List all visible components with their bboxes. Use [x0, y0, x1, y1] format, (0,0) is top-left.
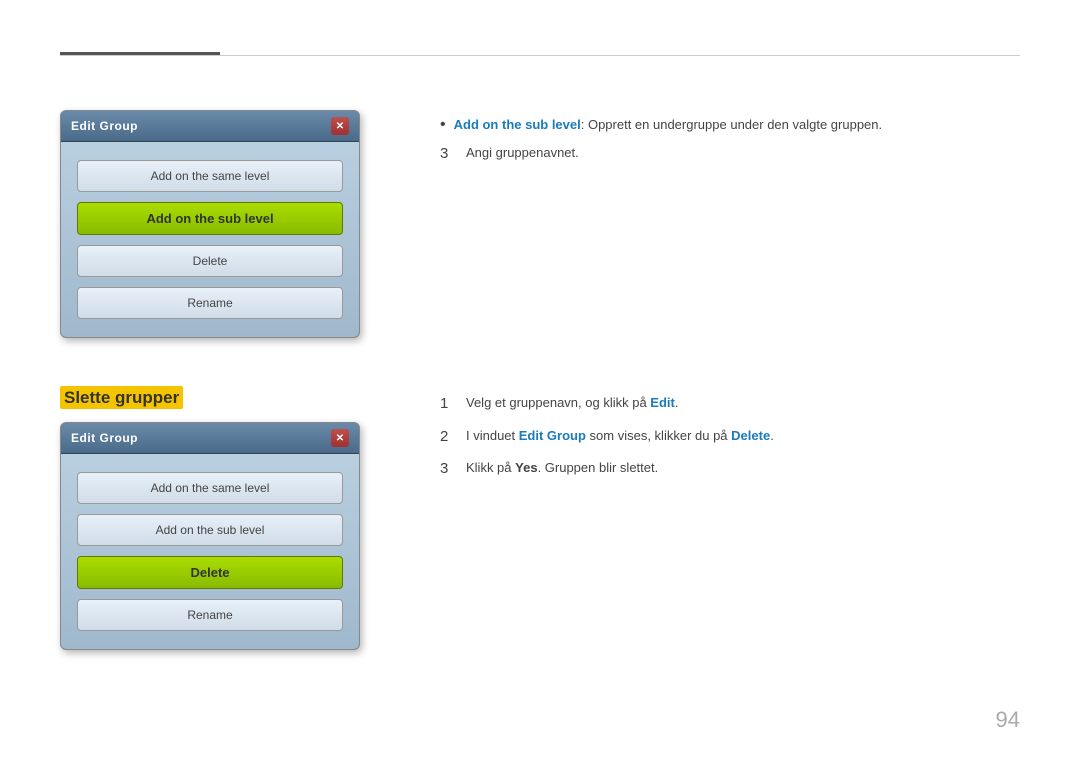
step-2-text: I vinduet Edit Group som vises, klikker …: [466, 426, 1020, 446]
bottom-rename-button[interactable]: Rename: [77, 599, 343, 631]
step-1-text: Velg et gruppenavn, og klikk på Edit.: [466, 393, 1020, 413]
step-3-num: 3: [440, 458, 456, 481]
bottom-dialog-title: Edit Group: [71, 431, 138, 445]
section-heading: Slette grupper: [60, 386, 183, 409]
step-1-bottom: 1 Velg et gruppenavn, og klikk på Edit.: [440, 393, 1020, 416]
step-2-num: 2: [440, 426, 456, 449]
step-text: Angi gruppenavnet.: [466, 143, 1020, 163]
edit-group-link: Edit Group: [519, 428, 586, 443]
bottom-right-col: 1 Velg et gruppenavn, og klikk på Edit. …: [440, 388, 1020, 491]
delete-link: Delete: [731, 428, 770, 443]
dialog-close-button[interactable]: [331, 117, 349, 135]
bottom-edit-group-dialog: Edit Group Add on the same level Add on …: [60, 422, 360, 650]
step-2-bottom: 2 I vinduet Edit Group som vises, klikke…: [440, 426, 1020, 449]
step-3-bottom: 3 Klikk på Yes. Gruppen blir slettet.: [440, 458, 1020, 481]
bullet-text: Add on the sub level: Opprett en undergr…: [454, 115, 1020, 135]
rename-button-top[interactable]: Rename: [77, 287, 343, 319]
add-sub-level-button[interactable]: Add on the sub level: [77, 202, 343, 235]
bottom-add-same-level-button[interactable]: Add on the same level: [77, 472, 343, 504]
page-number: 94: [996, 707, 1020, 733]
bottom-delete-button[interactable]: Delete: [77, 556, 343, 589]
top-edit-group-dialog: Edit Group Add on the same level Add on …: [60, 110, 360, 338]
dialog-titlebar: Edit Group: [61, 111, 359, 142]
delete-button-top[interactable]: Delete: [77, 245, 343, 277]
add-same-level-button[interactable]: Add on the same level: [77, 160, 343, 192]
edit-link-1: Edit: [650, 395, 675, 410]
bullet-rest: : Opprett en undergruppe under den valgt…: [581, 117, 882, 132]
bottom-dialog-titlebar: Edit Group: [61, 423, 359, 454]
bottom-add-sub-level-button[interactable]: Add on the sub level: [77, 514, 343, 546]
top-right-col: • Add on the sub level: Opprett en under…: [440, 110, 1020, 175]
bottom-dialog-close-button[interactable]: [331, 429, 349, 447]
step-3-text: Klikk på Yes. Gruppen blir slettet.: [466, 458, 1020, 478]
bullet-item: • Add on the sub level: Opprett en under…: [440, 115, 1020, 135]
dialog-title: Edit Group: [71, 119, 138, 133]
bottom-section: Slette grupper Edit Group Add on the sam…: [60, 388, 1020, 650]
top-section: Edit Group Add on the same level Add on …: [60, 110, 1020, 338]
bottom-dialog-body: Add on the same level Add on the sub lev…: [61, 454, 359, 649]
bottom-left-col: Slette grupper Edit Group Add on the sam…: [60, 388, 400, 650]
add-sub-level-link: Add on the sub level: [454, 117, 581, 132]
bullet-dot: •: [440, 115, 446, 135]
dialog-body: Add on the same level Add on the sub lev…: [61, 142, 359, 337]
yes-bold: Yes: [515, 460, 537, 475]
step-3-top: 3 Angi gruppenavnet.: [440, 143, 1020, 166]
step-num: 3: [440, 143, 456, 166]
top-left-col: Edit Group Add on the same level Add on …: [60, 110, 400, 338]
step-1-num: 1: [440, 393, 456, 416]
